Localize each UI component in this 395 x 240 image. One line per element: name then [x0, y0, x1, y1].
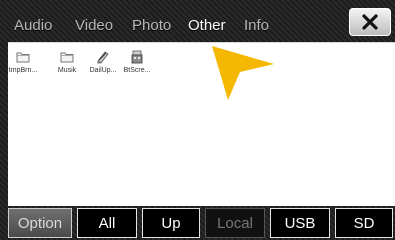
file-label: Musik	[57, 67, 77, 74]
close-icon	[362, 14, 378, 30]
file-item[interactable]: DailUp...	[86, 49, 120, 75]
close-button[interactable]	[349, 8, 391, 36]
tab-photo[interactable]: Photo	[132, 14, 171, 38]
application-icon	[131, 50, 143, 64]
file-item[interactable]: Musik	[50, 49, 84, 75]
application-icon	[97, 51, 109, 64]
media-tab-bar: Audio Video Photo Other Info	[0, 0, 395, 42]
file-browser-panel: tmpBrn... Musik DailUp... BtScre...	[8, 42, 395, 206]
tab-video[interactable]: Video	[75, 14, 113, 38]
file-item[interactable]: BtScre...	[120, 49, 154, 75]
tab-info[interactable]: Info	[244, 14, 269, 38]
file-label: DailUp...	[89, 67, 117, 74]
option-button[interactable]: Option	[8, 208, 72, 238]
all-button[interactable]: All	[77, 208, 137, 238]
file-item[interactable]: tmpBrn...	[6, 49, 40, 75]
file-label: tmpBrn...	[8, 67, 38, 74]
sd-button[interactable]: SD	[335, 208, 393, 238]
tab-audio[interactable]: Audio	[14, 14, 52, 38]
tab-other[interactable]: Other	[188, 14, 226, 38]
pointer-cursor-icon	[212, 46, 274, 100]
up-button[interactable]: Up	[142, 208, 200, 238]
folder-icon	[60, 52, 74, 63]
folder-icon	[16, 52, 30, 63]
usb-button[interactable]: USB	[270, 208, 330, 238]
file-label: BtScre...	[123, 67, 151, 74]
local-button[interactable]: Local	[205, 208, 265, 238]
